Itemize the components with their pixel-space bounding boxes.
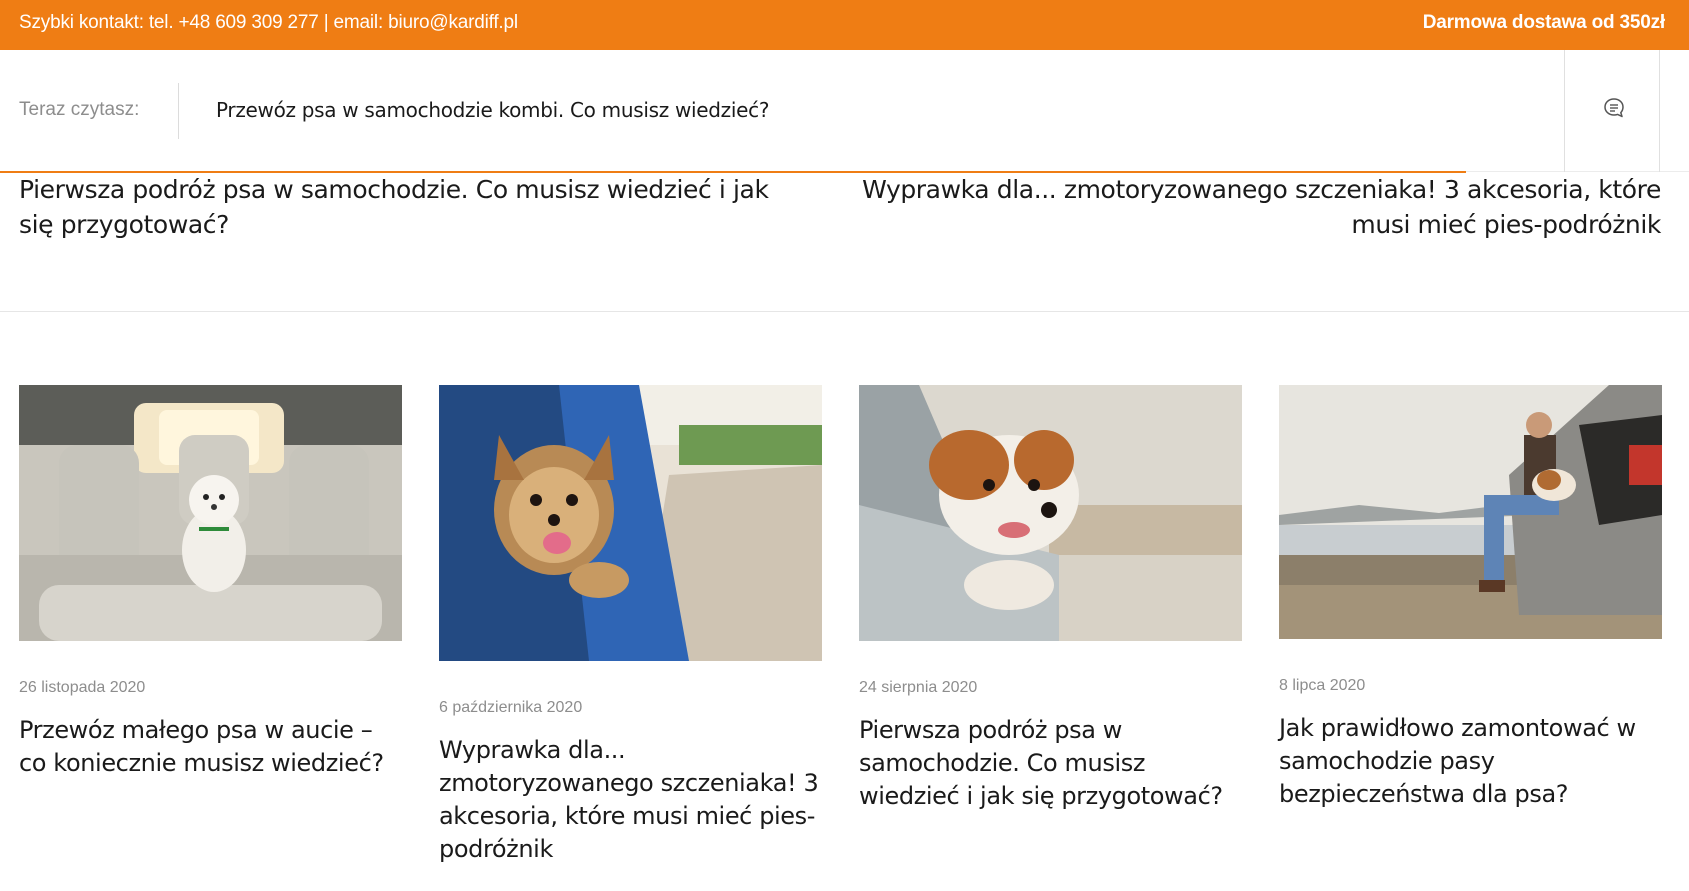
article-date: 26 listopada 2020 (19, 679, 146, 696)
top-contact-bar: Szybki kontakt: tel. +48 609 309 277 | e… (0, 0, 1689, 50)
man-and-beagle-in-car-trunk-image (1279, 385, 1662, 639)
article-date: 8 lipca 2020 (1279, 677, 1366, 694)
now-reading-divider (178, 83, 179, 139)
next-article-link[interactable]: Wyprawka dla... zmotoryzowanego szczenia… (861, 172, 1661, 242)
article-thumbnail[interactable] (439, 385, 822, 661)
section-divider (0, 311, 1689, 312)
article-thumbnail[interactable] (19, 385, 402, 641)
white-dog-on-car-back-seat-image (19, 385, 402, 641)
jack-russell-in-car-window-image (859, 385, 1242, 641)
yorkshire-terrier-in-car-window-image (439, 385, 822, 661)
current-article-title: Przewóz psa w samochodzie kombi. Co musi… (216, 98, 770, 122)
article-title[interactable]: Przewóz małego psa w aucie – co konieczn… (19, 714, 404, 780)
article-date: 24 sierpnia 2020 (859, 679, 978, 696)
article-title[interactable]: Wyprawka dla... zmotoryzowanego szczenia… (439, 734, 824, 866)
article-date: 6 października 2020 (439, 699, 583, 716)
article-thumbnail[interactable] (1279, 385, 1662, 639)
now-reading-label: Teraz czytasz: (19, 99, 140, 120)
related-article-card[interactable]: 26 listopada 2020 Przewóz małego psa w a… (19, 385, 404, 780)
article-title[interactable]: Pierwsza podróż psa w samochodzie. Co mu… (859, 714, 1244, 813)
comments-button[interactable] (1564, 50, 1660, 172)
previous-article-link[interactable]: Pierwsza podróż psa w samochodzie. Co mu… (19, 172, 799, 242)
now-reading-bar: Teraz czytasz: Przewóz psa w samochodzie… (0, 50, 1689, 172)
comment-icon (1604, 98, 1624, 118)
related-article-card[interactable]: 8 lipca 2020 Jak prawidłowo zamontować w… (1279, 385, 1664, 811)
related-article-card[interactable]: 6 października 2020 Wyprawka dla... zmot… (439, 385, 824, 866)
quick-contact-text[interactable]: Szybki kontakt: tel. +48 609 309 277 | e… (19, 12, 518, 34)
free-shipping-text: Darmowa dostawa od 350zł (1422, 12, 1665, 33)
article-thumbnail[interactable] (859, 385, 1242, 641)
article-title[interactable]: Jak prawidłowo zamontować w samochodzie … (1279, 712, 1664, 811)
related-article-card[interactable]: 24 sierpnia 2020 Pierwsza podróż psa w s… (859, 385, 1244, 813)
